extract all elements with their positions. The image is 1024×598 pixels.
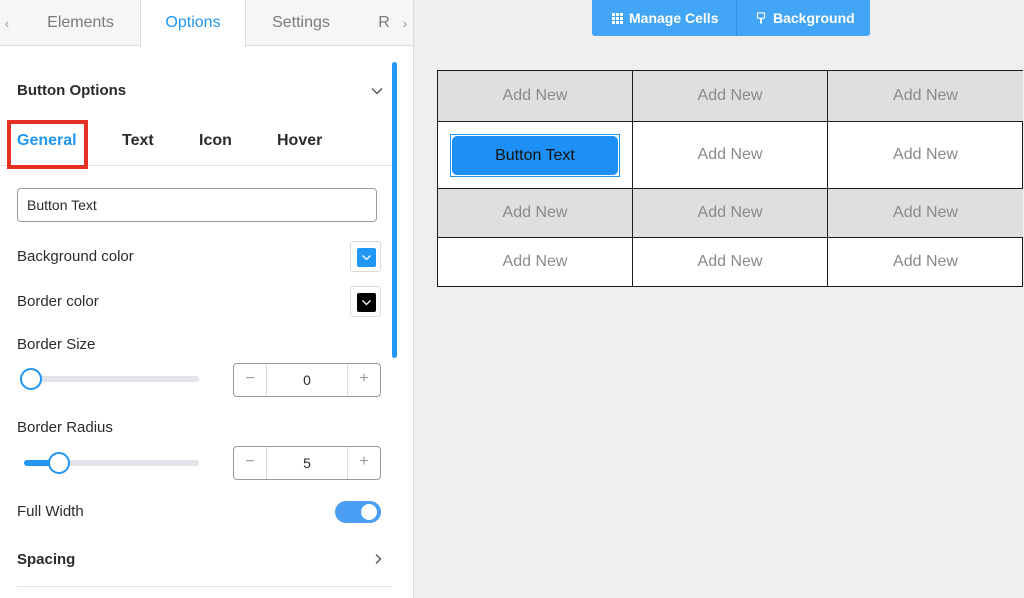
border-radius-value[interactable]: 5 [267, 447, 347, 479]
grid-cell[interactable]: Add New [633, 238, 828, 286]
grid-cell[interactable]: Add New [828, 122, 1023, 189]
panel-scrollbar[interactable] [392, 62, 397, 358]
border-size-slider[interactable] [24, 376, 199, 382]
border-size-decrement-button[interactable]: − [234, 364, 267, 396]
grid-cell[interactable]: Add New [828, 71, 1023, 122]
options-panel: ‹ Elements Options Settings R › Button O… [0, 0, 414, 598]
chevron-down-icon [362, 255, 371, 261]
border-size-stepper: − 0 + [233, 363, 381, 397]
add-new-label: Add New [697, 87, 763, 104]
border-radius-label: Border Radius [17, 419, 113, 436]
border-radius-increment-button[interactable]: + [347, 447, 380, 479]
manage-cells-button[interactable]: Manage Cells [612, 0, 718, 36]
border-color-swatch [357, 293, 376, 312]
add-new-label: Add New [697, 253, 763, 270]
tabs-prev-icon[interactable]: ‹ [0, 0, 14, 46]
chevron-down-icon[interactable] [370, 84, 384, 98]
add-new-label: Add New [697, 146, 763, 163]
subtab-hover[interactable]: Hover [277, 132, 322, 150]
full-width-label: Full Width [17, 503, 84, 520]
border-radius-decrement-button[interactable]: − [234, 447, 267, 479]
divider [17, 586, 392, 587]
grid-cell[interactable]: Add New [438, 189, 633, 238]
paint-brush-icon [756, 12, 766, 24]
full-width-toggle[interactable] [335, 501, 381, 523]
subtab-text[interactable]: Text [122, 132, 154, 150]
grid-cell[interactable]: Add New [438, 71, 633, 122]
preview-button[interactable]: Button Text [452, 136, 618, 175]
chevron-down-icon [362, 300, 371, 306]
canvas-toolbar: Manage Cells Background [592, 0, 870, 36]
background-color-label: Background color [17, 248, 134, 265]
border-size-label: Border Size [17, 336, 96, 353]
border-color-picker[interactable] [350, 286, 381, 317]
button-text-input[interactable] [17, 188, 377, 222]
background-button[interactable]: Background [756, 0, 855, 36]
toolbar-divider [736, 0, 737, 36]
grid-cell-selected[interactable]: Button Text [438, 122, 633, 189]
tab-options[interactable]: Options [140, 0, 246, 47]
chevron-right-icon[interactable] [372, 552, 384, 566]
background-color-picker[interactable] [350, 241, 381, 272]
grid-icon [612, 13, 623, 24]
tabs-next-icon[interactable]: › [398, 0, 412, 46]
grid-cell[interactable]: Add New [633, 71, 828, 122]
add-new-label: Add New [893, 146, 958, 163]
tab-elements[interactable]: Elements [18, 0, 143, 46]
manage-cells-label: Manage Cells [629, 10, 719, 26]
border-radius-slider-handle[interactable] [48, 452, 70, 474]
spacing-section-title[interactable]: Spacing [17, 551, 75, 568]
add-new-label: Add New [502, 87, 568, 104]
toggle-knob [361, 504, 377, 520]
tab-r[interactable]: R [370, 0, 398, 46]
grid-cell[interactable]: Add New [828, 238, 1023, 286]
add-new-label: Add New [502, 253, 568, 270]
panel-tabs: ‹ Elements Options Settings R › [0, 0, 413, 47]
add-new-label: Add New [893, 253, 958, 270]
subtab-icon[interactable]: Icon [199, 132, 232, 150]
background-label: Background [773, 10, 855, 26]
grid-cell[interactable]: Add New [633, 122, 828, 189]
border-radius-stepper: − 5 + [233, 446, 381, 480]
border-size-value[interactable]: 0 [267, 364, 347, 396]
grid-cell[interactable]: Add New [438, 238, 633, 286]
border-color-label: Border color [17, 293, 99, 310]
grid-cell[interactable]: Add New [633, 189, 828, 238]
grid-cell[interactable]: Add New [828, 189, 1023, 238]
add-new-label: Add New [893, 204, 958, 221]
table-grid: Add New Add New Add New Button Text Add … [437, 70, 1023, 287]
add-new-label: Add New [502, 204, 568, 221]
add-new-label: Add New [893, 87, 958, 104]
section-title: Button Options [17, 82, 127, 99]
border-size-slider-handle[interactable] [20, 368, 42, 390]
border-size-increment-button[interactable]: + [347, 364, 380, 396]
tab-settings[interactable]: Settings [246, 0, 356, 46]
background-color-swatch [357, 248, 376, 267]
add-new-label: Add New [697, 204, 763, 221]
highlight-box [7, 120, 88, 169]
